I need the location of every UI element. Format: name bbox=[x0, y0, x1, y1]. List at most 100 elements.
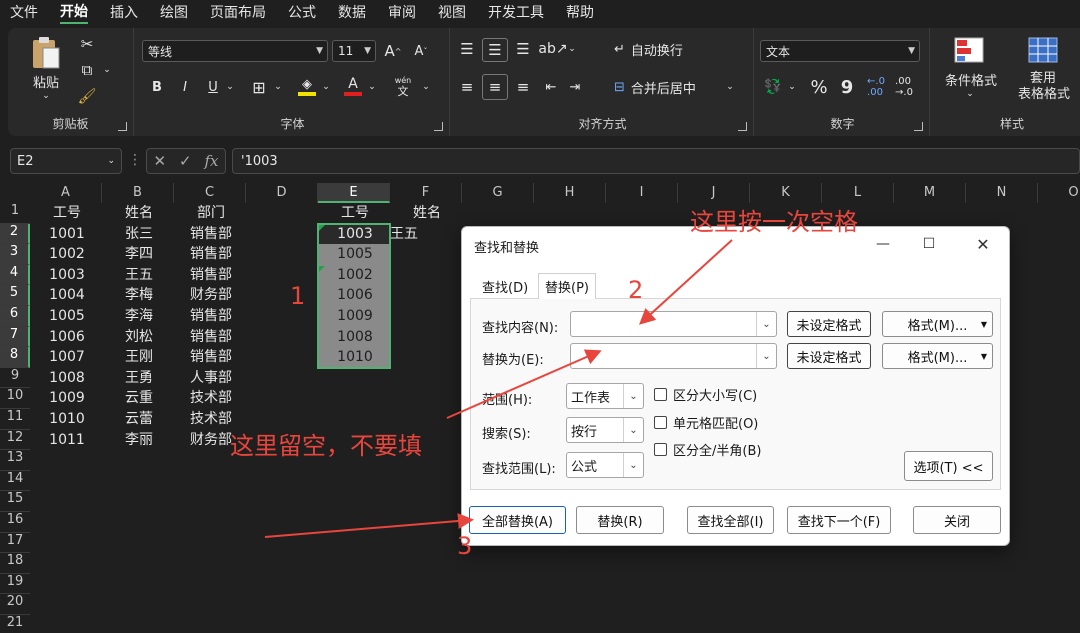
menu-item[interactable]: 开始 bbox=[60, 1, 88, 24]
menu-item[interactable]: 开发工具 bbox=[488, 2, 544, 22]
match-case-checkbox[interactable]: 区分大小写(C) bbox=[654, 385, 757, 404]
italic-button[interactable]: I bbox=[176, 76, 194, 98]
phonetic-icon[interactable]: wén 文 bbox=[388, 72, 418, 100]
chevron-down-icon[interactable]: ⌄ bbox=[756, 344, 776, 368]
row-header[interactable]: 19 bbox=[0, 574, 30, 595]
close-button[interactable]: 关闭 bbox=[913, 506, 1001, 534]
chevron-down-icon[interactable]: ⌄ bbox=[964, 88, 976, 100]
chevron-down-icon[interactable]: ⌄ bbox=[366, 76, 378, 98]
increase-decimal-icon[interactable]: ←.0.00 bbox=[864, 74, 888, 100]
row-header[interactable]: 6 bbox=[0, 306, 30, 327]
cell-A10[interactable]: 1009 bbox=[30, 388, 102, 409]
cell-A7[interactable]: 1006 bbox=[30, 327, 102, 348]
cell-A1[interactable]: 工号 bbox=[30, 203, 102, 224]
replace-input[interactable]: ⌄ bbox=[570, 343, 777, 369]
formula-input[interactable]: '1003 bbox=[232, 148, 1080, 174]
cell-C7[interactable]: 销售部 bbox=[174, 327, 246, 348]
cell-A5[interactable]: 1004 bbox=[30, 285, 102, 306]
row-header[interactable]: 14 bbox=[0, 471, 30, 492]
column-header[interactable]: K bbox=[750, 183, 822, 203]
cell-B6[interactable]: 李海 bbox=[102, 306, 174, 327]
cell-C9[interactable]: 人事部 bbox=[174, 368, 246, 389]
cell-E1[interactable]: 工号 bbox=[318, 203, 390, 224]
column-header[interactable]: J bbox=[678, 183, 750, 203]
menu-item[interactable]: 页面布局 bbox=[210, 2, 266, 22]
chevron-down-icon[interactable]: ⌄ bbox=[100, 60, 114, 80]
dialog-launcher-icon[interactable] bbox=[434, 122, 443, 131]
row-header[interactable]: 17 bbox=[0, 533, 30, 554]
cell-E6[interactable]: 1009 bbox=[318, 306, 390, 327]
format-painter-icon[interactable]: 🖌 bbox=[76, 86, 98, 106]
column-header[interactable]: C bbox=[174, 183, 246, 203]
row-header[interactable]: 11 bbox=[0, 409, 30, 430]
table-format-icon[interactable] bbox=[1026, 36, 1060, 64]
lookin-select[interactable]: 公式 ⌄ bbox=[566, 452, 644, 478]
row-header[interactable]: 15 bbox=[0, 491, 30, 512]
menu-item[interactable]: 绘图 bbox=[160, 2, 188, 22]
column-header[interactable]: H bbox=[534, 183, 606, 203]
font-size-select[interactable]: 11 ▼ bbox=[332, 40, 376, 62]
find-all-button[interactable]: 查找全部(I) bbox=[687, 506, 774, 534]
increase-indent-icon[interactable]: ⇥ bbox=[564, 76, 586, 98]
underline-button[interactable]: U bbox=[204, 76, 222, 98]
find-input[interactable]: ⌄ bbox=[570, 311, 777, 337]
align-left-icon[interactable]: ≡ bbox=[456, 76, 478, 98]
options-button[interactable]: 选项(T) << bbox=[904, 451, 993, 481]
cell-B1[interactable]: 姓名 bbox=[102, 203, 174, 224]
column-header[interactable]: A bbox=[30, 183, 102, 203]
cell-E7[interactable]: 1008 bbox=[318, 326, 390, 348]
row-header[interactable]: 13 bbox=[0, 450, 30, 471]
column-header[interactable]: O bbox=[1038, 183, 1080, 203]
column-header[interactable]: M bbox=[894, 183, 966, 203]
cell-A6[interactable]: 1005 bbox=[30, 306, 102, 327]
cell-C4[interactable]: 销售部 bbox=[174, 265, 246, 286]
function-icon[interactable]: fx bbox=[205, 152, 219, 170]
row-header[interactable]: 21 bbox=[0, 615, 30, 633]
column-header[interactable]: B bbox=[102, 183, 174, 203]
cell-E8[interactable]: 1010 bbox=[318, 347, 390, 368]
cut-icon[interactable]: ✂ bbox=[76, 34, 98, 54]
cell-B12[interactable]: 李丽 bbox=[102, 430, 174, 451]
row-header[interactable]: 4 bbox=[0, 264, 30, 286]
row-header[interactable]: 9 bbox=[0, 368, 30, 389]
cell-A12[interactable]: 1011 bbox=[30, 430, 102, 451]
table-format-label-2[interactable]: 表格格式 bbox=[1004, 84, 1080, 102]
menu-item[interactable]: 帮助 bbox=[566, 2, 594, 22]
font-color-icon[interactable]: A bbox=[342, 74, 364, 98]
name-box[interactable]: E2 ⌄ bbox=[10, 148, 122, 174]
row-header[interactable]: 3 bbox=[0, 244, 30, 265]
cell-C3[interactable]: 销售部 bbox=[174, 244, 246, 265]
tab-replace[interactable]: 替换(P) bbox=[538, 273, 596, 299]
find-format-button[interactable]: 格式(M)... ▼ bbox=[882, 311, 993, 337]
conditional-format-icon[interactable] bbox=[952, 36, 986, 64]
align-bottom-icon[interactable]: ☰ bbox=[512, 38, 534, 60]
number-format-select[interactable]: 文本 ▼ bbox=[760, 40, 920, 62]
row-header[interactable]: 5 bbox=[0, 285, 30, 306]
dialog-launcher-icon[interactable] bbox=[914, 122, 923, 131]
confirm-icon[interactable]: ✓ bbox=[179, 152, 192, 170]
fill-color-icon[interactable]: ◈ bbox=[296, 74, 318, 98]
cell-B9[interactable]: 王勇 bbox=[102, 368, 174, 389]
cell-A4[interactable]: 1003 bbox=[30, 265, 102, 286]
cell-F2[interactable]: 王五 bbox=[388, 224, 428, 245]
paste-icon[interactable] bbox=[26, 34, 66, 74]
search-select[interactable]: 按行 ⌄ bbox=[566, 417, 644, 443]
column-header[interactable]: G bbox=[462, 183, 534, 203]
cell-C5[interactable]: 财务部 bbox=[174, 285, 246, 306]
decrease-decimal-icon[interactable]: .00 →.0 bbox=[892, 74, 916, 100]
align-center-icon[interactable]: ≡ bbox=[482, 74, 508, 100]
row-header[interactable]: 7 bbox=[0, 326, 30, 348]
cell-E5[interactable]: 1006 bbox=[318, 285, 390, 306]
cell-A9[interactable]: 1008 bbox=[30, 368, 102, 389]
cell-F1[interactable]: 姓名 bbox=[390, 203, 462, 224]
chevron-down-icon[interactable]: ⌄ bbox=[566, 38, 578, 60]
cell-C2[interactable]: 销售部 bbox=[174, 224, 246, 245]
chevron-down-icon[interactable]: ⌄ bbox=[420, 76, 432, 98]
match-width-checkbox[interactable]: 区分全/半角(B) bbox=[654, 440, 761, 459]
chevron-down-icon[interactable]: ⌄ bbox=[224, 76, 236, 98]
cell-C1[interactable]: 部门 bbox=[174, 203, 246, 224]
row-header[interactable]: 18 bbox=[0, 553, 30, 574]
font-name-select[interactable]: 等线 ▼ bbox=[142, 40, 328, 62]
row-header[interactable]: 16 bbox=[0, 512, 30, 533]
row-header[interactable]: 10 bbox=[0, 388, 30, 409]
